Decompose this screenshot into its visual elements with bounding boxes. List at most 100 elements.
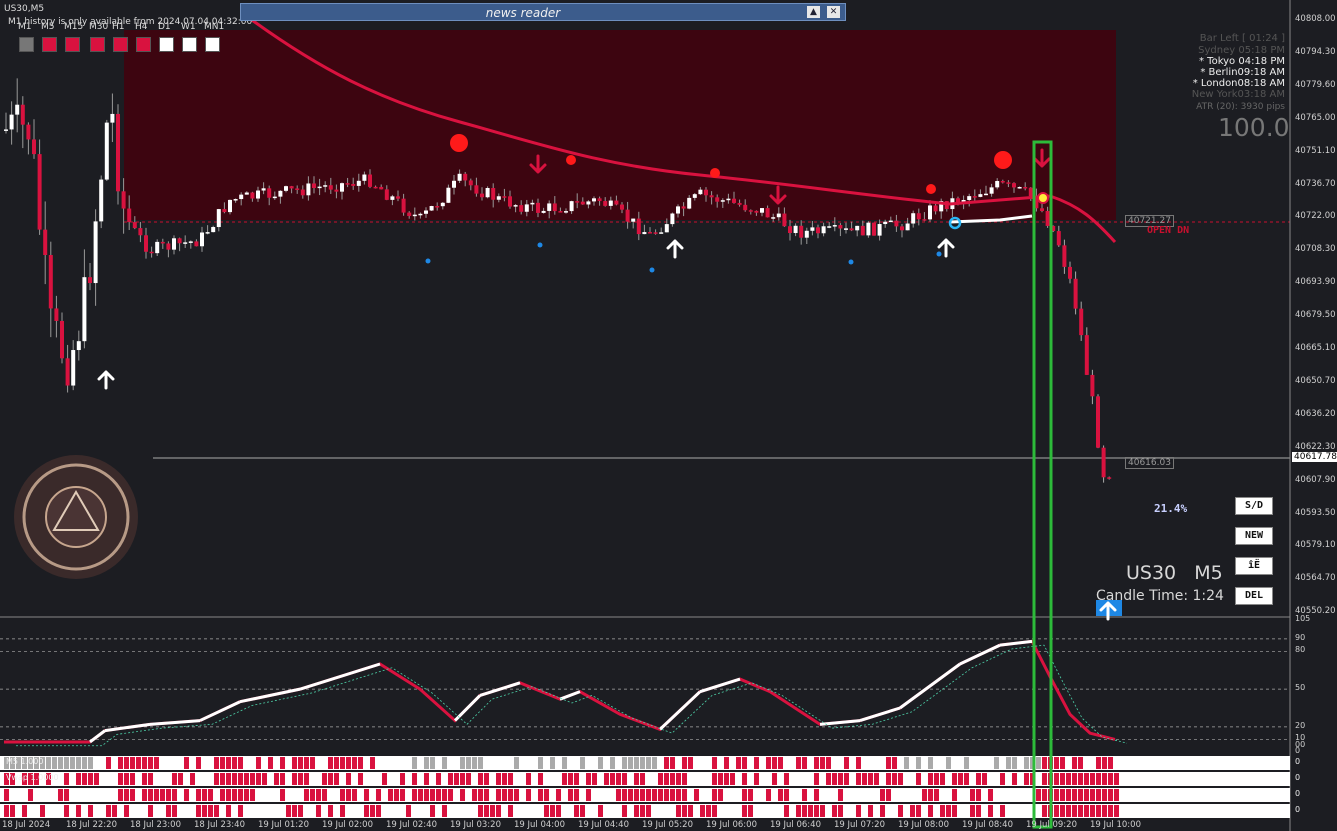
bar-cell [148,757,153,769]
news-reader-panel[interactable]: news reader ▲ ✕ [240,3,846,21]
bar-cell [826,757,831,769]
sd-button[interactable]: S/D [1235,497,1273,515]
bar-cell [466,805,471,817]
candle-body [4,129,8,131]
bar-cell [292,757,297,769]
bar-cell [682,773,687,785]
close-icon[interactable]: ✕ [827,6,840,18]
bar-cell [586,805,591,817]
bar-cell [130,805,135,817]
bar-cell [364,773,369,785]
bar-cell [718,789,723,801]
bar-cell [802,805,807,817]
candle-body [1107,477,1112,479]
bar-cell [124,805,129,817]
bar-cell [898,789,903,801]
bar-cell [772,789,777,801]
bar-cell [214,773,219,785]
osc-level-label: 105 [1295,614,1311,623]
bar-cell [256,789,261,801]
candle-body [911,213,916,224]
bar-cell [112,789,117,801]
bar-cell [262,773,267,785]
candle-body [692,194,697,198]
bar-cell [424,805,429,817]
candle-body [995,181,1000,188]
bar-cell [544,789,549,801]
bar-cell [994,757,999,769]
candle-body [603,201,608,206]
bar-cell [784,773,789,785]
bar-cell [706,773,711,785]
bar-cell [118,789,123,801]
bar-cell [10,789,15,801]
candle-body [513,205,518,207]
price-tick: 40708.30 [1295,244,1336,255]
candle-body [580,201,585,205]
bar-cell [586,773,591,785]
bar-cell [238,789,243,801]
bar-cell [1000,757,1005,769]
bar-cell [622,789,627,801]
bar-cell [610,805,615,817]
current-price-box: 40616.03 [1125,457,1174,469]
bar-cell [874,773,879,785]
bar-cell [130,773,135,785]
candle-body [636,218,641,235]
candle-body [205,232,210,234]
bar-cell [1018,789,1023,801]
news-reader-title: news reader [485,6,561,20]
bar-cell [190,789,195,801]
bar-cell [52,757,57,769]
bar-cell [952,805,957,817]
bar-cell [790,789,795,801]
signal-dot-blue [649,267,655,273]
bar-cell [274,757,279,769]
bar-cell [364,757,369,769]
candle-body [172,238,176,250]
bar-cell [778,773,783,785]
candle-body [300,189,305,196]
bar-cell [976,789,981,801]
bar-cell [106,773,111,785]
bar-cell [820,773,825,785]
bar-cell [910,789,915,801]
bar-cell [1036,757,1041,769]
bar-cell [1024,757,1029,769]
bar-cell [1090,773,1095,785]
expand-up-icon[interactable]: ▲ [807,6,820,18]
bar-cell [232,773,237,785]
bar-cell [1042,773,1047,785]
bar-cell [634,757,639,769]
bar-cell [910,757,915,769]
bar-cell [352,773,357,785]
new-button[interactable]: NEW [1235,527,1273,545]
candle-body [429,206,434,211]
chart-canvas[interactable] [0,0,1337,831]
bar-cell [694,805,699,817]
bar-cell [652,805,657,817]
candle-body [642,232,647,235]
bar-cell [340,773,345,785]
bar-cell [850,773,855,785]
bar-cell [304,789,309,801]
bar-cell [400,789,405,801]
ie-button[interactable]: îË [1235,557,1273,575]
candle-body [799,225,804,238]
bar-cell [46,789,51,801]
time-tick: 19 Jul 07:20 [834,820,885,830]
bar-cell [682,789,687,801]
bar-cell [370,773,375,785]
price-tick: 40736.70 [1295,178,1336,189]
bar-cell [982,805,987,817]
bar-cell [340,757,345,769]
bar-cell [688,757,693,769]
bar-cell [1072,789,1077,801]
del-button[interactable]: DEL [1235,587,1273,605]
candle-body [440,202,445,207]
bar-cell [886,805,891,817]
bar-cell [562,789,567,801]
candle-body [306,183,311,196]
candle-body [351,183,356,186]
clock-london: * London08:18 AM [1192,78,1285,89]
